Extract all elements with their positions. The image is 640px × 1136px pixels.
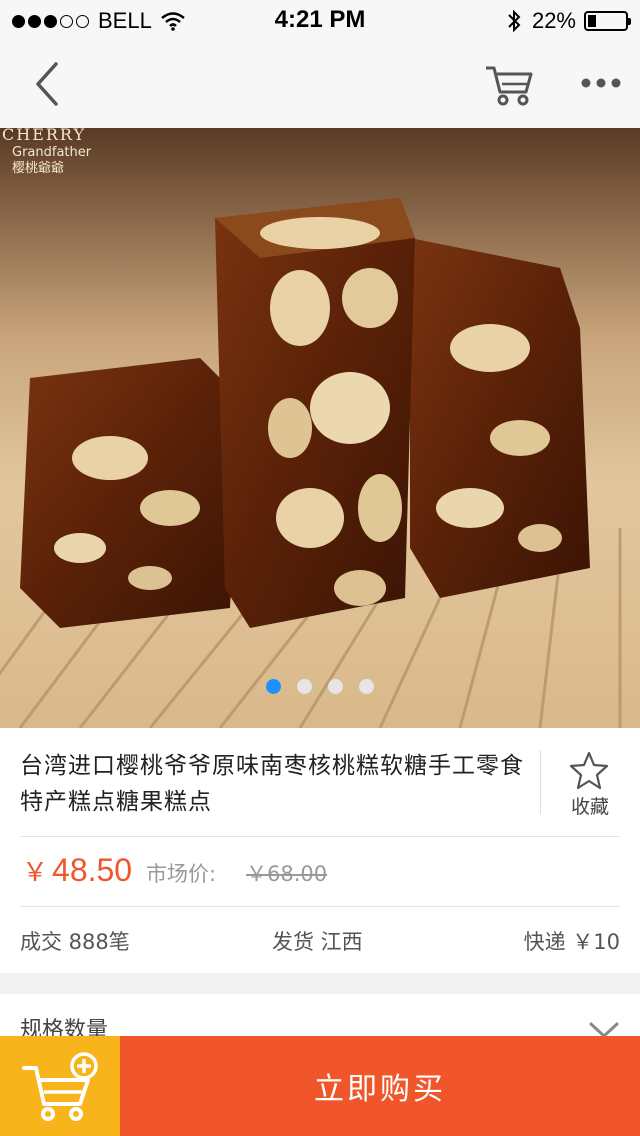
market-price-label: 市场价: [146,862,217,886]
battery-icon [584,11,631,31]
nav-bar [0,40,640,128]
carousel-dot[interactable] [297,679,312,694]
svg-text:CHERRY: CHERRY [2,128,86,144]
price: ￥ 48.50 [22,852,132,889]
product-image-carousel[interactable]: CHERRY Grandfather 樱桃爺爺 [0,128,640,728]
deal-count: 成交 888笔 [20,930,130,954]
battery-fill [588,15,596,27]
carousel-dot-active[interactable] [266,679,281,694]
divider [540,750,541,814]
market-price: ￥68.00 [246,862,328,886]
star-icon[interactable] [568,750,610,790]
product-image: CHERRY Grandfather 樱桃爺爺 [0,128,640,728]
buy-now-button[interactable]: 立即购买 [120,1036,640,1136]
favorite-label[interactable]: 收藏 [560,792,620,819]
carousel-dot[interactable] [359,679,374,694]
price-value: 48.50 [52,852,133,888]
status-bar: BELL 4:21 PM 22% [0,0,640,40]
carousel-dot[interactable] [328,679,343,694]
cart-plus-icon [22,1052,98,1121]
chevron-left-icon[interactable] [30,60,66,108]
shipping-fee: 快递 ￥10 [523,930,620,954]
bluetooth-icon [508,9,521,33]
status-right: 22% [506,8,631,34]
divider [20,906,620,907]
battery-percent: 22% [531,8,576,33]
svg-text:樱桃爺爺: 樱桃爺爺 [12,160,64,176]
svg-text:Grandfather: Grandfather [12,145,92,160]
ship-from: 发货 江西 [272,930,363,954]
add-to-cart-button[interactable] [0,1036,120,1136]
product-title: 台湾进口樱桃爷爷原味南枣核桃糕软糖手工零食特产糕点糖果糕点 [20,753,524,815]
cart-icon[interactable] [484,62,534,108]
price-currency: ￥ [22,857,49,887]
carousel-indicators[interactable] [266,679,374,694]
divider [20,836,620,837]
more-dots-icon[interactable] [580,76,622,90]
